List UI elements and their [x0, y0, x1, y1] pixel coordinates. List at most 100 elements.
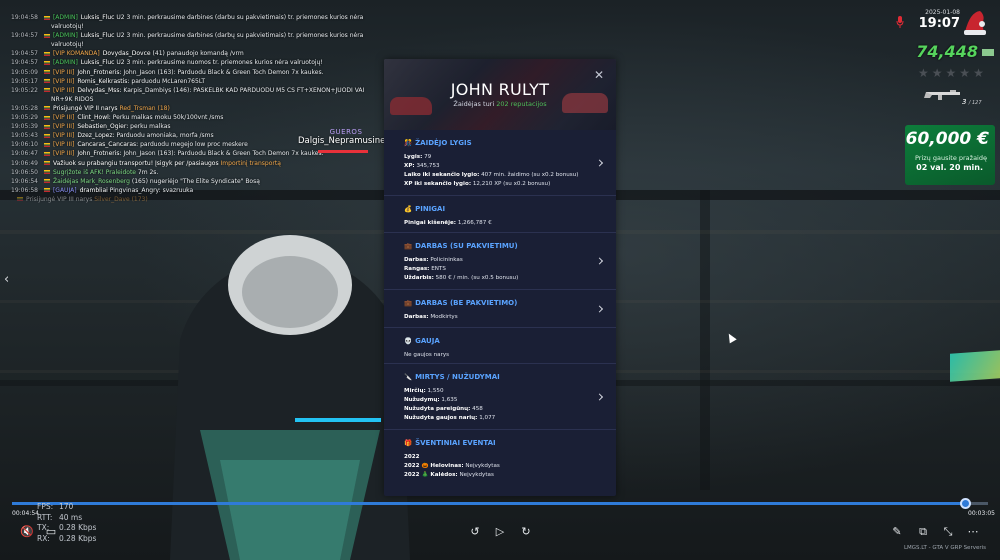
section-emoji-icon: 💼 — [404, 242, 413, 250]
chat-author: Prisijungė VIP II narys — [52, 104, 118, 112]
net-stat-label: FPS: — [37, 502, 54, 511]
section-title-text: DARBAS (SU PAKVIETIMU) — [415, 242, 518, 250]
play-icon[interactable]: ▷ — [493, 525, 507, 539]
chat-author: Prisijungė VIP III narys — [26, 195, 93, 203]
chat-line-continuation: valruotojų! — [51, 23, 84, 31]
chat-author: Luksis_Fluc — [80, 32, 115, 40]
chat-tag: [VIP III] — [52, 150, 75, 158]
hud-clock: 2025-01-08 19:07 — [918, 9, 960, 31]
section-job-invite[interactable]: 💼 DARBAS (SU PAKVIETIMU) Darbas: Policinin… — [384, 233, 616, 290]
lithuania-flag-icon — [17, 197, 23, 202]
chat-tag: [ADMIN] — [52, 59, 78, 67]
collapse-icon[interactable]: ⤡ — [941, 525, 955, 539]
lithuania-flag-icon — [43, 133, 50, 138]
section-title: 💼 DARBAS (BE PAKVIETIMO) — [404, 299, 596, 307]
nametag-health-bar — [318, 150, 368, 153]
lithuania-flag-icon — [43, 179, 50, 184]
chevron-right-icon[interactable] — [595, 304, 604, 313]
chat-text: U2 3 min. perkrausime darbines (darbu su… — [116, 14, 364, 21]
wanted-star-icon: ★ — [973, 66, 984, 80]
row-key: XP iki sekančio lygio: — [404, 181, 472, 187]
pen-icon[interactable]: ✎ — [890, 525, 904, 539]
section-row: Ne gaujos narys — [404, 351, 596, 360]
section-title: 💀 GAUJA — [404, 337, 596, 345]
row-value: 12,210 XP (su x0.2 bonusu) — [472, 181, 551, 187]
chat-line: 19:04:57 [ADMIN] Luksis_Fluc U2 3 min. per… — [11, 58, 391, 67]
chat-line: 19:06:50 Sugrįžote iš AFK! Praleidote 7m … — [11, 168, 391, 177]
section-level[interactable]: 🎊 ŽAIDĖJO LYGIS Lygis: 79 XP: 345,753 Laiko … — [384, 130, 616, 196]
section-row: 2022 🎄 Kalėdos: Neįvykdytas — [404, 471, 596, 480]
row-key: Nužudyta gaujos narių: — [404, 415, 478, 421]
chat-text: Red_Trsman (18) — [119, 104, 170, 112]
chat-timestamp: 19:04:57 — [11, 32, 38, 40]
section-row: Nužudyta gaujos narių: 1,077 — [404, 414, 596, 423]
lithuania-flag-icon — [43, 161, 50, 165]
section-title: 🎊 ŽAIDĖJO LYGIS — [404, 139, 596, 147]
row-value: 345,753 — [416, 163, 440, 169]
lithuania-flag-icon — [43, 70, 50, 75]
chat-author: Važiuok su prabangiu transportu! Įsigyk … — [52, 159, 219, 167]
chat-text: John_Jason (163): Parduodu Black & Green… — [123, 68, 324, 76]
section-row: Rangas: ENTS — [404, 265, 596, 274]
chat-line: 19:05:22 [VIP III] Delvydas_Mss: Karpis_Da… — [11, 86, 391, 95]
chat-text: Pingvinas_Angry: svazruuka — [109, 186, 194, 194]
chat-author: Sugrįžote iš AFK! Praleidote — [52, 168, 136, 176]
row-value: 79 — [424, 154, 432, 160]
picture-in-picture-icon[interactable]: ⧉ — [916, 525, 930, 539]
row-value: 1,635 — [441, 397, 458, 403]
chat-line-continuation: NR+9K RIDOS — [51, 95, 94, 103]
forward-30-icon[interactable]: ↻ — [519, 525, 533, 539]
santa-hat-icon — [964, 11, 986, 35]
rewind-10-icon[interactable]: ↺ — [468, 525, 482, 539]
chat-author: John_Frotneris: — [77, 150, 122, 158]
chat-timestamp: 19:06:58 — [11, 186, 38, 194]
captions-icon[interactable]: ▭ — [44, 525, 58, 539]
chat-line: Prisijungė VIP III narys Silver_Dave (17… — [11, 195, 391, 204]
seek-bar-fill — [12, 502, 963, 505]
seek-knob[interactable] — [960, 498, 971, 509]
lithuania-flag-icon — [43, 188, 50, 193]
profile-reputation: Žaidėjas turi 202 reputacijos — [384, 100, 616, 108]
chat-tag: [VIP III] — [52, 86, 75, 94]
row-value: Policininkas — [430, 257, 463, 263]
volume-mute-icon[interactable]: 🔇 — [20, 525, 34, 539]
row-key: Rangas: — [404, 266, 430, 272]
row-key: 2022 🎄 Kalėdos: — [404, 472, 458, 478]
chat-author: Delvydas_Mss: — [77, 86, 122, 94]
section-job-free[interactable]: 💼 DARBAS (BE PAKVIETIMO) Darbas: Modkirtys — [384, 290, 616, 328]
section-title: 💰 PINIGAI — [404, 205, 596, 213]
microphone-icon — [896, 16, 904, 28]
chevron-left-icon[interactable]: ‹ — [4, 272, 9, 287]
section-emoji-icon: 🎁 — [404, 439, 413, 447]
more-icon[interactable]: ⋯ — [966, 525, 980, 539]
chat-tag: [GAUJA] — [52, 186, 77, 194]
chat-text: Parduodu amoniaka, morfa /sms — [116, 132, 214, 140]
chat-author: Luksis_Fluc — [80, 59, 115, 67]
section-kills[interactable]: 🔪 MIRTYS / NUŽUDYMAI Mirčių: 1,550 Nužudymų… — [384, 364, 616, 430]
section-title-text: ŽAIDĖJO LYGIS — [415, 139, 472, 147]
section-row: XP iki sekančio lygio: 12,210 XP (su x0.… — [404, 180, 596, 189]
bounty-time: 02 val. 20 min. — [916, 163, 983, 172]
row-value: Modkirtys — [430, 314, 458, 320]
chat-line: 19:04:57 [ADMIN] Luksis_Fluc U2 3 min. per… — [11, 31, 391, 40]
chevron-right-icon[interactable] — [595, 257, 604, 265]
close-icon[interactable]: ✕ — [594, 69, 604, 81]
chat-tag: [VIP III] — [52, 123, 75, 131]
section-row: Mirčių: 1,550 — [404, 387, 596, 396]
section-title: 🎁 ŠVENTINIAI EVENTAI — [404, 439, 596, 447]
chevron-right-icon[interactable] — [595, 158, 604, 167]
net-stat-value: 170 — [59, 502, 74, 511]
lithuania-flag-icon — [43, 88, 50, 93]
chat-line: 19:04:57 [VIP KOMANDA] Dovydas_Dovce (41) … — [11, 49, 391, 58]
row-value: 1,266,787 € — [457, 220, 492, 226]
chat-text: (165) nugeriėjo "The Elite Syndicate" Bo… — [131, 177, 260, 185]
chevron-right-icon[interactable] — [595, 392, 604, 401]
section-title-text: GAUJA — [415, 337, 440, 345]
bounty-amount: 60,000 € — [905, 129, 989, 149]
chat-line: 19:06:49 Važiuok su prabangiu transportu!… — [11, 159, 391, 168]
net-stat-label: RTT: — [37, 512, 53, 522]
hud-money-value: 74,448 — [916, 42, 978, 61]
chat-author: John_Frotneris: — [77, 68, 122, 76]
section-row: Pinigai kišenėje: 1,266,787 € — [404, 219, 596, 228]
net-stat-value: 40 ms — [59, 512, 83, 522]
